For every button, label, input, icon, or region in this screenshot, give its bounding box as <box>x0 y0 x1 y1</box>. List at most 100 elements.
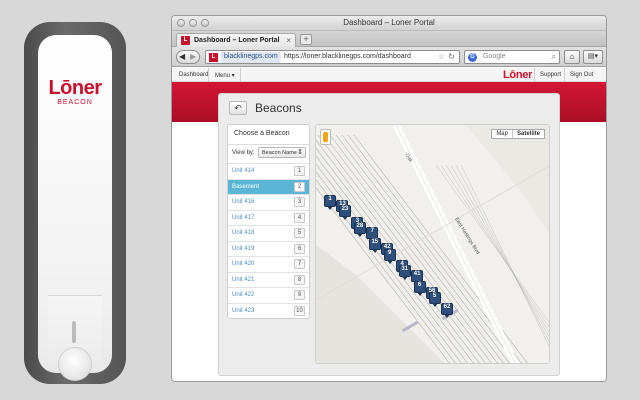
satellite-imagery <box>316 125 549 363</box>
nav-sign-out[interactable]: Sign Out <box>570 72 593 78</box>
marker-label: 7 <box>370 228 374 234</box>
beacon-count-badge: 9 <box>294 290 305 300</box>
search-box[interactable]: G Google ⌕ <box>464 50 560 64</box>
marker-tip <box>371 249 378 254</box>
marker-tip <box>416 292 423 297</box>
beacon-count-badge: 10 <box>294 305 305 316</box>
search-icon[interactable]: ⌕ <box>552 52 556 62</box>
marker-tip <box>341 216 348 221</box>
marker-label: 62 <box>443 304 451 310</box>
list-item[interactable]: Unit 418 5 <box>228 225 309 241</box>
map-type-control: Map Satellite <box>491 129 545 139</box>
beacon-count-badge: 3 <box>294 197 305 207</box>
gear-icon: ▤▾ <box>587 53 599 60</box>
tab-close-icon[interactable]: × <box>286 36 291 45</box>
marker-label: 31 <box>401 266 408 272</box>
marker-tip <box>356 232 363 237</box>
list-item[interactable]: Unit 422 9 <box>228 287 309 303</box>
panel-title: Choose a Beacon <box>234 130 290 137</box>
beacon-device: Lōner BEACON <box>24 22 126 384</box>
marker-label: 15 <box>371 239 379 246</box>
beacon-name: Unit 416 <box>232 199 255 205</box>
pegman-figure <box>323 132 328 142</box>
list-item[interactable]: Unit 420 7 <box>228 256 309 272</box>
view-by-value: Beacon Name <box>262 150 297 156</box>
beacon-count-badge: 8 <box>294 274 305 285</box>
home-button[interactable]: ⌂ <box>564 50 580 64</box>
beacon-name: Unit 418 <box>232 230 255 236</box>
favicon-icon: L <box>181 36 190 45</box>
panel-divider <box>228 144 309 145</box>
marker-tip <box>401 276 408 280</box>
nav-support[interactable]: Support <box>540 72 561 78</box>
back-arrow-icon[interactable]: ◀ <box>179 52 185 61</box>
beacon-name: Unit 423 <box>232 307 255 314</box>
scene: Lōner BEACON Dashboard – Loner Portal L … <box>0 0 640 400</box>
forward-arrow-icon[interactable]: ▶ <box>190 52 196 61</box>
nav-menu[interactable]: Menu ▾ <box>215 72 235 79</box>
marker-label: 5 <box>432 292 437 299</box>
back-button[interactable]: ↶ <box>229 101 247 115</box>
nav-divider <box>534 68 535 82</box>
beacon-name: Unit 417 <box>232 214 255 221</box>
beacon-name: Unit 419 <box>232 245 255 252</box>
url-text[interactable]: https://loner.blacklinegps.com/dashboard <box>284 53 411 60</box>
list-item[interactable]: Basement 2 <box>228 178 309 194</box>
view-by-select[interactable]: Beacon Name ⇕ <box>258 147 306 158</box>
beacon-count-badge: 1 <box>294 166 305 176</box>
marker-label: 41 <box>413 271 421 278</box>
list-item[interactable]: Unit 421 8 <box>228 271 309 288</box>
bookmark-star-icon[interactable]: ☆ <box>438 52 445 61</box>
address-bar[interactable]: L blacklinegps.com https://loner.blackli… <box>205 50 460 64</box>
nav-divider <box>208 68 209 82</box>
marker-label: 9 <box>388 249 392 256</box>
map-type-map-button[interactable]: Map <box>492 130 513 138</box>
device-logo: Lōner <box>48 77 102 99</box>
list-item[interactable]: Unit 414 1 <box>228 163 309 179</box>
back-forward-buttons: ◀ ▶ <box>176 50 200 64</box>
nav-divider <box>564 68 565 82</box>
marker-tip <box>386 259 393 264</box>
marker-tip <box>327 206 333 210</box>
map-view[interactable]: Oak East Hastings Blvd Map Satellite 1 13 2… <box>315 124 550 364</box>
site-logo[interactable]: Lōner <box>503 69 532 81</box>
street-view-pegman-icon[interactable] <box>320 129 331 145</box>
list-item[interactable]: Unit 416 3 <box>228 194 309 210</box>
page-viewport: Dashboard Menu ▾ Lōner Support Sign Out … <box>172 68 606 381</box>
beacon-marker[interactable]: 28 <box>353 221 367 237</box>
browser-window: Dashboard – Loner Portal L Dashboard – L… <box>171 15 607 382</box>
device-subtitle: BEACON <box>57 99 93 106</box>
beacon-count-badge: 5 <box>294 228 305 238</box>
window-title: Dashboard – Loner Portal <box>343 18 435 27</box>
device-indicator-light <box>72 321 76 343</box>
google-icon[interactable]: G <box>468 53 477 62</box>
nav-dashboard[interactable]: Dashboard <box>179 72 208 78</box>
list-item[interactable]: Unit 419 6 <box>228 240 309 257</box>
marker-label: 1 <box>328 196 332 202</box>
beacon-marker[interactable]: 6 <box>413 281 427 297</box>
beacon-marker[interactable]: 15 <box>368 238 382 254</box>
map-type-satellite-button[interactable]: Satellite <box>513 130 544 138</box>
beacon-marker[interactable]: 23 <box>338 205 352 221</box>
site-identity-badge[interactable]: blacklinegps.com <box>221 52 281 63</box>
browser-menu-button[interactable]: ▤▾ <box>583 50 603 64</box>
marker-tip <box>444 314 450 318</box>
beacon-device-face: Lōner BEACON <box>38 35 112 381</box>
site-navigation: Dashboard Menu ▾ Lōner Support Sign Out <box>172 68 606 82</box>
beacon-marker[interactable]: 9 <box>383 248 397 264</box>
beacon-marker[interactable]: 31 <box>398 265 412 280</box>
beacon-marker[interactable]: 62 <box>441 303 454 318</box>
site-favicon-icon: L <box>209 53 218 62</box>
reload-icon[interactable]: ↻ <box>448 52 455 61</box>
beacon-list: Unit 414 1 Basement 2 Unit 416 3 Unit 417 4 Unit… <box>228 163 309 318</box>
tab-dashboard[interactable]: L Dashboard – Loner Portal × <box>176 33 296 47</box>
list-item[interactable]: Unit 423 10 <box>228 302 309 319</box>
marker-tip <box>431 302 438 307</box>
list-item[interactable]: Unit 417 4 <box>228 209 309 226</box>
beacon-marker[interactable]: 1 <box>324 195 337 210</box>
tab-bar: L Dashboard – Loner Portal × + <box>172 31 606 47</box>
beacon-marker[interactable]: 5 <box>428 291 442 307</box>
beacon-name: Unit 421 <box>232 276 255 283</box>
view-by-label: View by: <box>232 150 255 156</box>
new-tab-button[interactable]: + <box>300 34 312 45</box>
